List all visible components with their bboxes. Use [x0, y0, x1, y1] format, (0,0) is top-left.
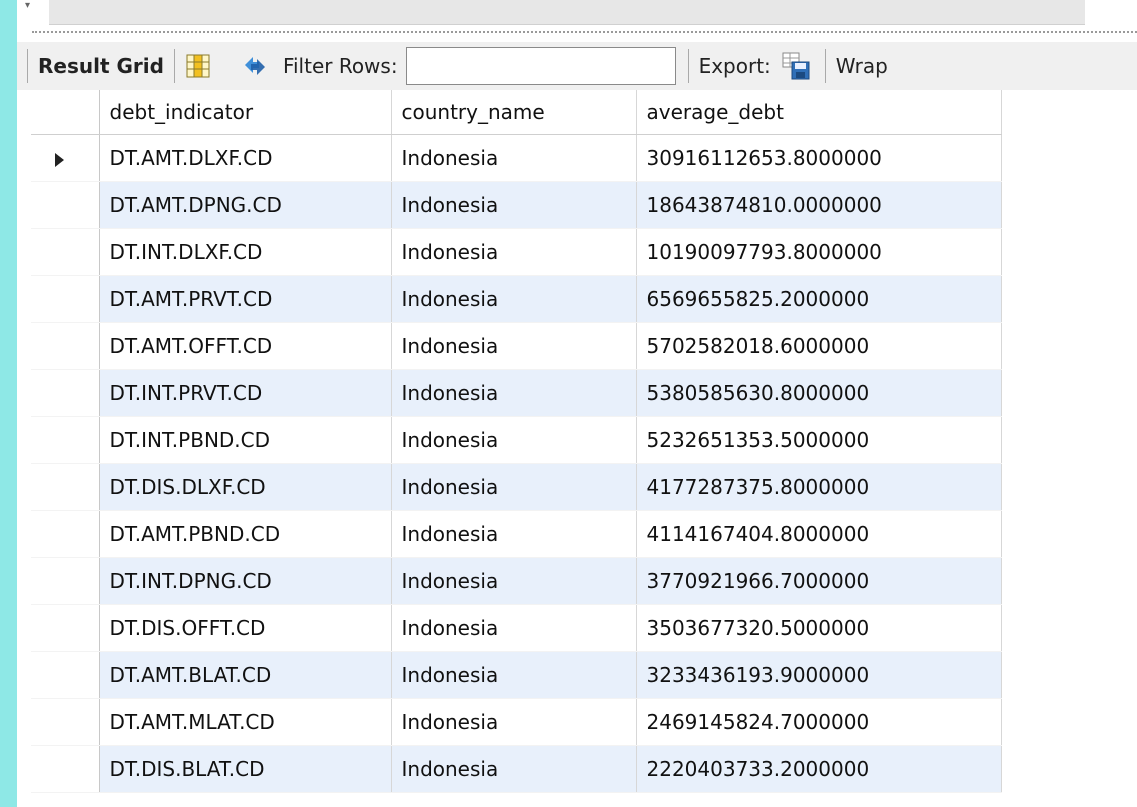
cell-debt-indicator[interactable]: DT.DIS.DLXF.CD	[99, 463, 392, 511]
table-row[interactable]: DT.AMT.MLAT.CD Indonesia 2469145824.700000…	[31, 698, 1002, 746]
top-strip: ▾	[17, 0, 1137, 28]
cell-debt-indicator[interactable]: DT.AMT.MLAT.CD	[99, 698, 392, 746]
cell-debt-indicator[interactable]: DT.AMT.PRVT.CD	[99, 275, 392, 323]
cell-debt-indicator[interactable]: DT.DIS.OFFT.CD	[99, 604, 392, 652]
result-grid: debt_indicator country_name average_debt…	[31, 90, 1031, 807]
cell-debt-indicator[interactable]: DT.DIS.BLAT.CD	[99, 745, 392, 793]
table-row[interactable]: DT.INT.DPNG.CD Indonesia 3770921966.700000…	[31, 557, 1002, 605]
cell-country-name[interactable]: Indonesia	[391, 369, 637, 417]
row-selector[interactable]	[31, 557, 100, 605]
result-grid-tab[interactable]: Result Grid	[38, 54, 164, 78]
cell-average-debt[interactable]: 30916112653.8000000	[636, 134, 1002, 182]
export-save-icon[interactable]	[781, 51, 811, 81]
cell-average-debt[interactable]: 4177287375.8000000	[636, 463, 1002, 511]
cell-country-name[interactable]: Indonesia	[391, 510, 637, 558]
column-header-debt-indicator[interactable]: debt_indicator	[99, 90, 392, 135]
cell-country-name[interactable]: Indonesia	[391, 416, 637, 464]
row-selector[interactable]	[31, 651, 100, 699]
current-row-pointer-icon	[55, 152, 64, 167]
row-selector[interactable]	[31, 181, 100, 229]
toolbar-separator	[824, 49, 826, 83]
cell-country-name[interactable]: Indonesia	[391, 604, 637, 652]
query-editor-scrollbar[interactable]	[49, 0, 1085, 25]
table-row[interactable]: DT.INT.DLXF.CD Indonesia 10190097793.80000…	[31, 228, 1002, 276]
cell-debt-indicator[interactable]: DT.AMT.BLAT.CD	[99, 651, 392, 699]
row-selector[interactable]	[31, 228, 100, 276]
table-row[interactable]: DT.DIS.DLXF.CD Indonesia 4177287375.800000…	[31, 463, 1002, 511]
row-selector[interactable]	[31, 322, 100, 370]
cell-average-debt[interactable]: 4114167404.8000000	[636, 510, 1002, 558]
header-row: debt_indicator country_name average_debt	[31, 90, 1002, 135]
cell-average-debt[interactable]: 6569655825.2000000	[636, 275, 1002, 323]
table-row[interactable]: DT.DIS.BLAT.CD Indonesia 2220403733.200000…	[31, 745, 1002, 793]
cell-debt-indicator[interactable]: DT.INT.DLXF.CD	[99, 228, 392, 276]
row-selector[interactable]	[31, 604, 100, 652]
table-row[interactable]: DT.AMT.PBND.CD Indonesia 4114167404.800000…	[31, 510, 1002, 558]
cell-average-debt[interactable]: 5232651353.5000000	[636, 416, 1002, 464]
result-toolbar: Result Grid Filter Rows: Export: Wrap	[17, 42, 1137, 90]
cell-debt-indicator[interactable]: DT.AMT.DPNG.CD	[99, 181, 392, 229]
cell-country-name[interactable]: Indonesia	[391, 651, 637, 699]
toolbar-separator	[173, 49, 175, 83]
cell-debt-indicator[interactable]: DT.AMT.OFFT.CD	[99, 322, 392, 370]
cell-country-name[interactable]: Indonesia	[391, 181, 637, 229]
row-selector-header[interactable]	[31, 90, 100, 135]
cell-average-debt[interactable]: 2469145824.7000000	[636, 698, 1002, 746]
cell-average-debt[interactable]: 2220403733.2000000	[636, 745, 1002, 793]
cell-debt-indicator[interactable]: DT.INT.PRVT.CD	[99, 369, 392, 417]
cell-average-debt[interactable]: 3770921966.7000000	[636, 557, 1002, 605]
table-row[interactable]: DT.AMT.OFFT.CD Indonesia 5702582018.600000…	[31, 322, 1002, 370]
row-selector[interactable]	[31, 369, 100, 417]
toolbar-separator	[687, 49, 689, 83]
cell-debt-indicator[interactable]: DT.INT.PBND.CD	[99, 416, 392, 464]
cell-debt-indicator[interactable]: DT.AMT.DLXF.CD	[99, 134, 392, 182]
cell-country-name[interactable]: Indonesia	[391, 745, 637, 793]
row-selector[interactable]	[31, 416, 100, 464]
cell-country-name[interactable]: Indonesia	[391, 134, 637, 182]
column-header-average-debt[interactable]: average_debt	[636, 90, 1002, 135]
row-selector[interactable]	[31, 510, 100, 558]
row-selector[interactable]	[31, 463, 100, 511]
table-row[interactable]: DT.AMT.BLAT.CD Indonesia 3233436193.900000…	[31, 651, 1002, 699]
row-selector[interactable]	[31, 698, 100, 746]
table-row[interactable]: DT.AMT.PRVT.CD Indonesia 6569655825.200000…	[31, 275, 1002, 323]
refresh-icon[interactable]	[241, 53, 269, 79]
cell-country-name[interactable]: Indonesia	[391, 557, 637, 605]
splitter-handle[interactable]	[32, 31, 1137, 33]
export-label: Export:	[698, 54, 771, 78]
row-selector[interactable]	[31, 745, 100, 793]
cell-country-name[interactable]: Indonesia	[391, 698, 637, 746]
cell-debt-indicator[interactable]: DT.AMT.PBND.CD	[99, 510, 392, 558]
row-selector[interactable]	[31, 134, 100, 182]
toolbar-separator	[27, 49, 28, 83]
table-row[interactable]: DT.DIS.OFFT.CD Indonesia 3503677320.500000…	[31, 604, 1002, 652]
row-selector[interactable]	[31, 275, 100, 323]
table-row[interactable]: DT.AMT.DLXF.CD Indonesia 30916112653.80000…	[31, 134, 1002, 182]
cell-average-debt[interactable]: 3503677320.5000000	[636, 604, 1002, 652]
cell-average-debt[interactable]: 18643874810.0000000	[636, 181, 1002, 229]
cell-country-name[interactable]: Indonesia	[391, 463, 637, 511]
cell-country-name[interactable]: Indonesia	[391, 322, 637, 370]
table-row[interactable]: DT.INT.PRVT.CD Indonesia 5380585630.800000…	[31, 369, 1002, 417]
cell-country-name[interactable]: Indonesia	[391, 275, 637, 323]
cell-average-debt[interactable]: 10190097793.8000000	[636, 228, 1002, 276]
cell-debt-indicator[interactable]: DT.INT.DPNG.CD	[99, 557, 392, 605]
result-window: ▾ Result Grid Filter Rows: Export: Wrap …	[17, 0, 1137, 807]
grid-layout-icon[interactable]	[185, 53, 211, 79]
table-row[interactable]: DT.INT.PBND.CD Indonesia 5232651353.500000…	[31, 416, 1002, 464]
collapse-handle[interactable]: ▾	[25, 0, 45, 11]
wrap-cell-content-label[interactable]: Wrap	[836, 54, 888, 78]
cell-average-debt[interactable]: 3233436193.9000000	[636, 651, 1002, 699]
filter-rows-label: Filter Rows:	[282, 54, 398, 78]
column-header-country-name[interactable]: country_name	[391, 90, 637, 135]
cell-average-debt[interactable]: 5702582018.6000000	[636, 322, 1002, 370]
cell-average-debt[interactable]: 5380585630.8000000	[636, 369, 1002, 417]
filter-rows-input[interactable]	[405, 47, 676, 85]
table-row[interactable]: DT.AMT.DPNG.CD Indonesia 18643874810.00000…	[31, 181, 1002, 229]
cell-country-name[interactable]: Indonesia	[391, 228, 637, 276]
